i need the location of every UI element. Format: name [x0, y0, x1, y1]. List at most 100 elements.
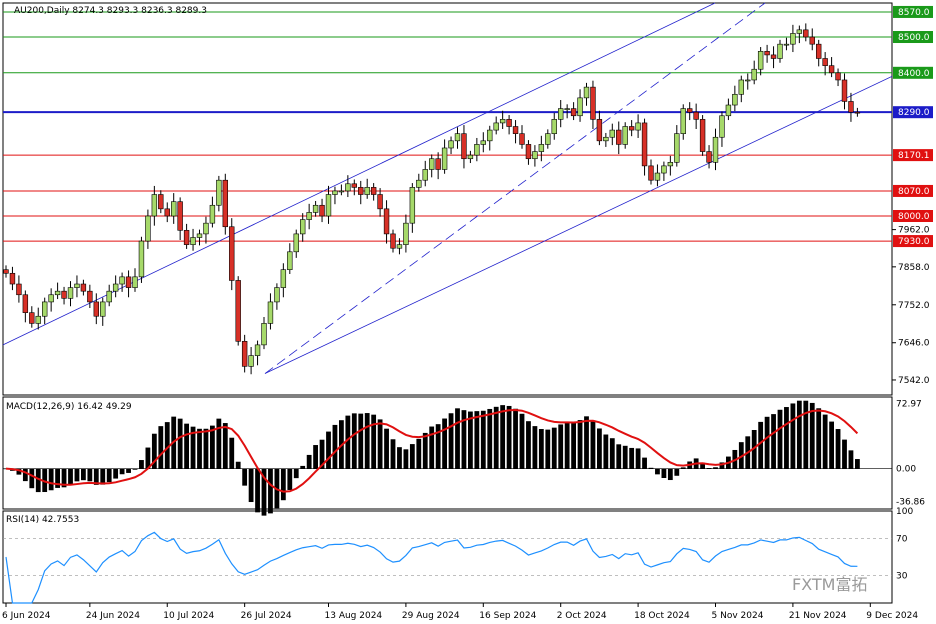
macd-bar-78	[506, 405, 512, 469]
candle-body-98	[635, 122, 641, 131]
candle-body-76	[493, 122, 499, 131]
macd-bar-109	[706, 468, 712, 469]
candle-body-31	[203, 222, 209, 235]
macd-bar-39	[255, 468, 260, 513]
candle-body-4	[29, 312, 35, 324]
price-tick-label-3: 7646.0	[898, 339, 930, 349]
macd-bar-101	[655, 468, 660, 475]
macd-bar-18	[119, 468, 125, 475]
candle-body-79	[512, 126, 519, 134]
candle-body-22	[145, 215, 151, 242]
macd-bar-58	[377, 419, 383, 469]
macd-bar-51	[332, 424, 338, 469]
candle-body-1	[9, 272, 16, 285]
macd-bar-31	[203, 428, 209, 469]
candle-body-132	[854, 111, 861, 114]
candle-body-26	[171, 201, 177, 217]
candle-body-93	[603, 136, 609, 142]
candle-body-80	[519, 133, 525, 145]
candle-body-53	[345, 183, 351, 192]
candle-body-15	[100, 301, 106, 317]
macd-bar-57	[371, 414, 377, 469]
macd-bar-88	[571, 422, 576, 469]
candle-body-82	[532, 151, 538, 160]
candle-body-115	[745, 79, 751, 82]
rsi-panel-frame	[2, 510, 893, 604]
x-tick-label-0: 6 Jun 2024	[2, 611, 51, 621]
candle-body-51	[332, 190, 338, 195]
x-tick-label-7: 2 Oct 2024	[557, 611, 607, 621]
candle-body-32	[209, 204, 216, 224]
macd-bar-73	[474, 411, 480, 469]
rsi-label: RSI(14) 42.7553	[6, 515, 79, 525]
candle-body-13	[87, 290, 93, 303]
level-label-2: 8400.0	[898, 69, 930, 79]
level-label-4: 8170.1	[898, 151, 930, 161]
candle-body-5	[35, 315, 41, 324]
candle-body-52	[338, 190, 345, 193]
rsi-tick-label-1: 70	[896, 535, 908, 545]
candle-body-126	[815, 43, 822, 59]
candle-body-45	[293, 233, 299, 253]
macd-bar-84	[545, 429, 551, 469]
candle-body-94	[609, 129, 616, 138]
chart-title: AU200,Daily 8274.3 8293.3 8236.3 8289.3	[14, 6, 207, 16]
candle-body-7	[48, 294, 54, 303]
candle-body-64	[416, 179, 422, 188]
x-tick-label-9: 5 Nov 2024	[712, 611, 764, 621]
candle-body-101	[654, 172, 661, 181]
macd-bar-121	[784, 407, 789, 469]
macd-bar-21	[139, 460, 144, 469]
candle-body-54	[351, 183, 357, 188]
candle-body-112	[725, 104, 732, 117]
candle-body-113	[732, 93, 738, 106]
macd-bar-86	[558, 424, 564, 469]
macd-bar-50	[326, 431, 331, 469]
candle-body-70	[454, 133, 461, 142]
macd-bar-97	[629, 447, 635, 469]
macd-bar-55	[358, 413, 364, 469]
macd-bar-46	[300, 465, 306, 469]
candle-body-29	[190, 237, 196, 245]
candle-body-124	[803, 29, 809, 38]
candle-body-87	[564, 108, 570, 110]
channel-mid-line	[264, 2, 766, 374]
candle-body-72	[467, 154, 474, 160]
candle-body-14	[93, 301, 100, 317]
candle-body-59	[383, 208, 390, 235]
macd-bar-98	[635, 448, 641, 469]
candle-body-97	[628, 126, 635, 131]
macd-bar-91	[590, 420, 596, 469]
candle-body-110	[712, 136, 719, 163]
macd-bar-124	[803, 400, 809, 469]
candle-body-123	[796, 29, 803, 34]
macd-bar-54	[351, 413, 357, 469]
macd-bar-127	[822, 414, 828, 469]
candle-body-86	[557, 108, 564, 120]
macd-bar-85	[551, 427, 557, 469]
macd-bar-118	[764, 416, 770, 469]
macd-tick-label-0: 72.97	[896, 399, 922, 409]
macd-bar-128	[829, 421, 834, 469]
candle-body-68	[441, 147, 448, 170]
candle-body-6	[41, 301, 48, 317]
candle-body-66	[428, 158, 435, 170]
macd-bar-90	[584, 416, 589, 469]
candle-body-39	[254, 344, 261, 356]
candle-body-42	[274, 287, 280, 303]
candle-body-46	[299, 219, 306, 235]
macd-label: MACD(12,26,9) 16.42 49.29	[6, 402, 132, 412]
candle-body-34	[222, 179, 228, 228]
candle-body-117	[757, 51, 764, 70]
macd-bar-89	[577, 420, 583, 469]
level-label-0: 8570.0	[898, 8, 930, 18]
macd-bar-11	[74, 468, 80, 482]
candle-body-28	[183, 230, 190, 245]
level-label-3: 8290.0	[898, 108, 930, 118]
candle-body-74	[480, 140, 486, 145]
macd-bar-10	[68, 468, 73, 485]
x-tick-label-5: 29 Aug 2024	[402, 611, 460, 621]
macd-bar-45	[293, 468, 299, 479]
macd-bar-81	[526, 421, 531, 469]
candle-body-48	[312, 204, 319, 213]
